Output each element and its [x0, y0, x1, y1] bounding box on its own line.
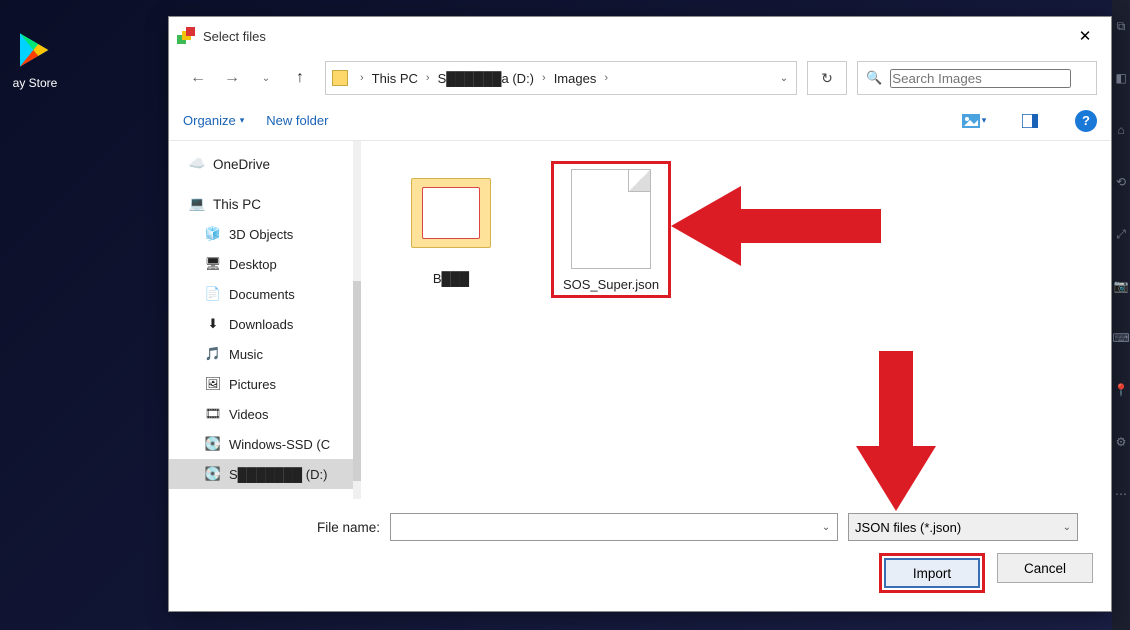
folder-icon	[332, 70, 348, 86]
cube-icon: 🧊	[205, 226, 221, 242]
search-icon: 🔍	[866, 70, 882, 86]
organize-button[interactable]: Organize▾	[183, 113, 244, 128]
dialog-body: ☁️OneDrive 💻This PC 🧊3D Objects 🖥Desktop…	[169, 141, 1111, 499]
sidebar-slot[interactable]: ⌨	[1112, 312, 1130, 364]
recent-dropdown[interactable]: ⌄	[251, 63, 281, 93]
import-button[interactable]: Import	[884, 558, 980, 588]
sidebar-slot[interactable]: ⋯	[1112, 468, 1130, 520]
help-button[interactable]: ?	[1075, 110, 1097, 132]
filename-dropdown[interactable]: ⌄	[815, 522, 837, 533]
chevron-right-icon: ›	[600, 72, 612, 84]
tree-drive-d[interactable]: 💽S███████ (D:)	[169, 459, 353, 489]
filetype-combo[interactable]: JSON files (*.json) ⌄	[848, 513, 1078, 541]
tree-desktop[interactable]: 🖥Desktop	[169, 249, 353, 279]
chevron-right-icon: ›	[538, 72, 550, 84]
annotation-arrow-left	[671, 181, 881, 271]
sidebar-slot[interactable]: ⤢	[1112, 208, 1130, 260]
cancel-button[interactable]: Cancel	[997, 553, 1093, 583]
videos-icon: 🎞	[205, 406, 221, 422]
new-folder-button[interactable]: New folder	[266, 113, 328, 128]
sidebar-slot[interactable]: 📷	[1112, 260, 1130, 312]
file-label: SOS_Super.json	[557, 277, 665, 292]
sidebar-slot[interactable]: ⟲	[1112, 156, 1130, 208]
search-input[interactable]: 🔍	[857, 61, 1097, 95]
caret-down-icon: ⌄	[1063, 522, 1071, 533]
dialog-title: Select files	[203, 29, 1065, 44]
filename-input[interactable]	[391, 514, 815, 540]
filename-label: File name:	[317, 520, 380, 535]
tree-3d-objects[interactable]: 🧊3D Objects	[169, 219, 353, 249]
tree-windows-ssd[interactable]: 💽Windows-SSD (C	[169, 429, 353, 459]
emulator-sidebar: ⧉ ◧ ⌂ ⟲ ⤢ 📷 ⌨ 📍 ⚙ ⋯	[1112, 0, 1130, 630]
caret-down-icon: ▾	[982, 115, 987, 126]
folder-icon	[411, 178, 491, 248]
sidebar-slot[interactable]: 📍	[1112, 364, 1130, 416]
breadcrumb-bar[interactable]: › This PC › S██████a (D:) › Images › ⌄	[325, 61, 797, 95]
breadcrumb-dropdown[interactable]: ⌄	[772, 73, 796, 84]
drive-icon: 💽	[205, 436, 221, 452]
json-file-item[interactable]: SOS_Super.json	[551, 161, 671, 298]
play-store-shortcut[interactable]: ay Store	[0, 30, 70, 90]
chevron-right-icon: ›	[356, 72, 368, 84]
documents-icon: 📄	[205, 286, 221, 302]
crumb-this-pc[interactable]: This PC	[368, 71, 422, 86]
nav-row: ← → ⌄ ↑ › This PC › S██████a (D:) › Imag…	[169, 55, 1111, 101]
crumb-folder[interactable]: Images	[550, 71, 601, 86]
drive-icon: 💽	[205, 466, 221, 482]
view-mode-button[interactable]: ▾	[961, 108, 987, 134]
downloads-icon: ⬇	[205, 316, 221, 332]
tree-pictures[interactable]: 🖼Pictures	[169, 369, 353, 399]
folder-item[interactable]: B███	[391, 161, 511, 286]
back-button[interactable]: ←	[183, 63, 213, 93]
up-button[interactable]: ↑	[285, 63, 315, 93]
close-button[interactable]: ✕	[1065, 21, 1105, 51]
file-dialog: Select files ✕ ← → ⌄ ↑ › This PC › S████…	[168, 16, 1112, 612]
file-label: B███	[391, 271, 511, 286]
tree-onedrive[interactable]: ☁️OneDrive	[169, 149, 353, 179]
nav-tree: ☁️OneDrive 💻This PC 🧊3D Objects 🖥Desktop…	[169, 141, 353, 499]
sidebar-slot[interactable]: ◧	[1112, 52, 1130, 104]
sidebar-slot[interactable]: ⧉	[1112, 0, 1130, 52]
sidebar-slot[interactable]: ⌂	[1112, 104, 1130, 156]
tree-documents[interactable]: 📄Documents	[169, 279, 353, 309]
filetype-label: JSON files (*.json)	[855, 520, 1063, 535]
filename-combo[interactable]: ⌄	[390, 513, 838, 541]
desktop-icon: 🖥	[205, 256, 221, 272]
tree-scrollbar[interactable]	[353, 141, 361, 499]
forward-button: →	[217, 63, 247, 93]
tree-this-pc[interactable]: 💻This PC	[169, 189, 353, 219]
pictures-icon: 🖼	[205, 376, 221, 392]
preview-pane-button[interactable]	[1017, 108, 1043, 134]
app-logo-icon	[177, 27, 195, 45]
file-list[interactable]: B███ SOS_Super.json	[361, 141, 1111, 499]
sidebar-slot[interactable]: ⚙	[1112, 416, 1130, 468]
dialog-footer: File name: ⌄ JSON files (*.json) ⌄ Impor…	[169, 499, 1111, 611]
annotation-arrow-down	[851, 351, 941, 511]
titlebar: Select files ✕	[169, 17, 1111, 55]
tree-downloads[interactable]: ⬇Downloads	[169, 309, 353, 339]
tree-videos[interactable]: 🎞Videos	[169, 399, 353, 429]
music-icon: 🎵	[205, 346, 221, 362]
pc-icon: 💻	[189, 196, 205, 212]
import-highlight: Import	[879, 553, 985, 593]
search-field[interactable]	[890, 69, 1071, 88]
play-store-label: ay Store	[0, 76, 70, 90]
cloud-icon: ☁️	[189, 156, 205, 172]
toolbar: Organize▾ New folder ▾ ?	[169, 101, 1111, 141]
crumb-drive[interactable]: S██████a (D:)	[434, 71, 538, 86]
play-store-icon	[15, 30, 55, 70]
chevron-right-icon: ›	[422, 72, 434, 84]
refresh-button[interactable]: ↻	[807, 61, 847, 95]
scrollbar-thumb[interactable]	[353, 281, 361, 481]
caret-down-icon: ▾	[240, 115, 245, 126]
tree-music[interactable]: 🎵Music	[169, 339, 353, 369]
file-icon	[571, 169, 651, 269]
